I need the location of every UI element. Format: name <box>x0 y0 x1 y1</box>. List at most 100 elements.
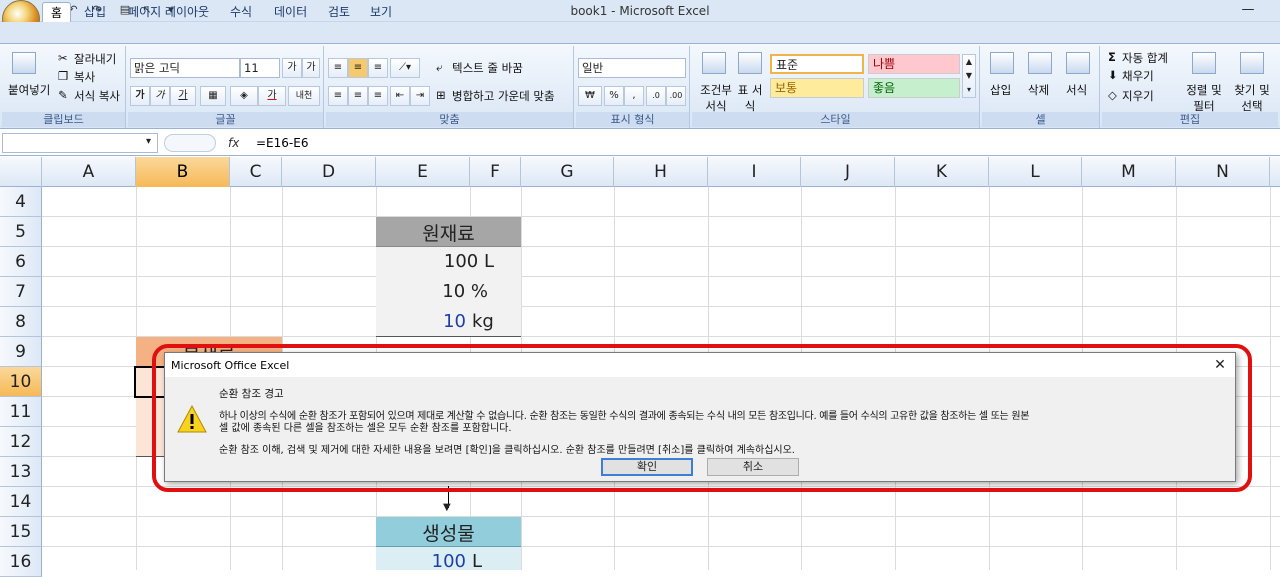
grow-font-button[interactable]: 가 <box>282 58 302 78</box>
column-header-n[interactable]: N <box>1176 157 1270 187</box>
align-center-icon[interactable]: ≡ <box>348 86 368 106</box>
name-box[interactable] <box>2 133 158 153</box>
copy-button[interactable]: 복사 <box>74 69 95 85</box>
wrap-text-button[interactable]: 텍스트 줄 바꿈 <box>452 60 523 76</box>
tab-data[interactable]: 데이터 <box>266 2 315 22</box>
phonetic-button[interactable]: 내천 <box>288 86 320 106</box>
underline-button[interactable]: 가 <box>170 86 196 106</box>
select-all-corner[interactable] <box>0 157 42 187</box>
font-color-button[interactable]: 가 <box>258 86 286 106</box>
tab-insert[interactable]: 삽입 <box>76 2 114 22</box>
insert-function-icon[interactable]: fx <box>228 136 248 150</box>
clear-button[interactable]: 지우기 <box>1122 88 1154 104</box>
tab-page-layout[interactable]: 페이지 레이아웃 <box>120 2 217 22</box>
column-header-h[interactable]: H <box>614 157 708 187</box>
alignment-group: ≡ ≡ ≡ ⟋▾ ⤶ 텍스트 줄 바꿈 ≡ ≡ ≡ ⇤ ⇥ ⊞ 병합하고 가운데… <box>326 46 574 128</box>
row-header-9[interactable]: 9 <box>0 337 42 367</box>
find-select-button[interactable]: 찾기 및 선택 <box>1230 82 1274 114</box>
style-neutral[interactable]: 보통 <box>770 78 864 98</box>
autosum-button[interactable]: 자동 합계 <box>1122 50 1168 66</box>
column-header-i[interactable]: I <box>708 157 801 187</box>
increase-indent-icon[interactable]: ⇥ <box>410 86 430 106</box>
align-left-icon[interactable]: ≡ <box>328 86 348 106</box>
shrink-font-button[interactable]: 가 <box>302 58 320 78</box>
insert-cells-icon[interactable] <box>990 52 1014 74</box>
style-good[interactable]: 좋음 <box>868 78 960 98</box>
formula-input[interactable]: =E16-E6 <box>256 136 308 150</box>
tab-view[interactable]: 보기 <box>362 2 400 22</box>
delete-cells-button[interactable]: 삭제 <box>1028 82 1049 98</box>
row-header-14[interactable]: 14 <box>0 487 42 517</box>
styles-scroll-icon[interactable]: ▲ ▼ ▾ <box>962 54 976 98</box>
cut-button[interactable]: 잘라내기 <box>74 51 116 67</box>
sort-filter-icon[interactable] <box>1192 52 1216 74</box>
column-header-d[interactable]: D <box>282 157 376 187</box>
decrease-indent-icon[interactable]: ⇤ <box>390 86 410 106</box>
column-header-g[interactable]: G <box>521 157 614 187</box>
row-header-16[interactable]: 16 <box>0 547 42 577</box>
fill-button[interactable]: 채우기 <box>1122 68 1154 84</box>
column-header-k[interactable]: K <box>895 157 989 187</box>
column-header-c[interactable]: C <box>230 157 282 187</box>
italic-button[interactable]: 가 <box>150 86 170 106</box>
sort-filter-button[interactable]: 정렬 및 필터 <box>1182 82 1226 114</box>
currency-button[interactable]: ₩ <box>578 86 602 106</box>
row-header-12[interactable]: 12 <box>0 427 42 457</box>
row-header-7[interactable]: 7 <box>0 277 42 307</box>
formula-bar-grip[interactable] <box>164 134 216 152</box>
style-bad[interactable]: 나쁨 <box>868 54 960 74</box>
format-table-button[interactable]: 표 서식 <box>736 82 764 114</box>
decrease-decimal-icon[interactable]: .00 <box>666 86 686 106</box>
column-header-b[interactable]: B <box>136 157 230 187</box>
format-painter-button[interactable]: 서식 복사 <box>74 88 120 104</box>
bold-button[interactable]: 가 <box>130 86 150 106</box>
row-header-15[interactable]: 15 <box>0 517 42 547</box>
merge-center-button[interactable]: 병합하고 가운데 맞춤 <box>452 88 555 104</box>
conditional-format-button[interactable]: 조건부 서식 <box>698 82 734 114</box>
raw-weight-value: 10 <box>443 311 466 332</box>
font-size-select[interactable]: 11 <box>240 58 280 78</box>
paste-button[interactable]: 붙여넣기 <box>8 82 50 98</box>
format-table-icon[interactable] <box>738 52 762 74</box>
row-header-6[interactable]: 6 <box>0 247 42 277</box>
insert-cells-button[interactable]: 삽입 <box>990 82 1011 98</box>
row-header-13[interactable]: 13 <box>0 457 42 487</box>
increase-decimal-icon[interactable]: .0 <box>646 86 666 106</box>
delete-cells-icon[interactable] <box>1028 52 1052 74</box>
row-header-5[interactable]: 5 <box>0 217 42 247</box>
border-button[interactable]: ▦ <box>200 86 226 106</box>
column-header-j[interactable]: J <box>801 157 895 187</box>
percent-button[interactable]: % <box>604 86 624 106</box>
column-header-a[interactable]: A <box>42 157 136 187</box>
paste-icon[interactable] <box>12 52 36 74</box>
conditional-format-icon[interactable] <box>702 52 726 74</box>
column-header-f[interactable]: F <box>470 157 521 187</box>
align-right-icon[interactable]: ≡ <box>368 86 388 106</box>
fill-color-button[interactable]: ◈ <box>230 86 258 106</box>
name-box-dropdown-icon[interactable]: ▾ <box>146 136 151 147</box>
font-name-select[interactable]: 맑은 고딕 <box>130 58 240 78</box>
row-header-11[interactable]: 11 <box>0 397 42 427</box>
row-header-10[interactable]: 10 <box>0 367 42 397</box>
align-top-icon[interactable]: ≡ <box>328 58 348 78</box>
row-header-4[interactable]: 4 <box>0 187 42 217</box>
style-normal[interactable]: 표준 <box>770 54 864 74</box>
tab-review[interactable]: 검토 <box>320 2 358 22</box>
minimize-button[interactable]: — <box>1238 2 1258 20</box>
number-label: 표시 형식 <box>576 112 689 127</box>
editing-group: Σ 자동 합계 ⬇ 채우기 ◇ 지우기 정렬 및 필터 찾기 및 선택 편집 <box>1102 46 1278 128</box>
column-header-l[interactable]: L <box>989 157 1082 187</box>
column-header-e[interactable]: E <box>376 157 470 187</box>
tab-formulas[interactable]: 수식 <box>222 2 260 22</box>
comma-button[interactable]: , <box>624 86 644 106</box>
number-format-select[interactable]: 일반 <box>578 58 686 78</box>
tab-home[interactable]: 홈 <box>42 2 72 22</box>
row-header-8[interactable]: 8 <box>0 307 42 337</box>
format-cells-icon[interactable] <box>1066 52 1090 74</box>
align-middle-icon[interactable]: ≡ <box>348 58 368 78</box>
align-bottom-icon[interactable]: ≡ <box>368 58 388 78</box>
find-select-icon[interactable] <box>1240 52 1264 74</box>
column-header-m[interactable]: M <box>1082 157 1176 187</box>
format-cells-button[interactable]: 서식 <box>1066 82 1087 98</box>
orientation-icon[interactable]: ⟋▾ <box>390 58 420 78</box>
